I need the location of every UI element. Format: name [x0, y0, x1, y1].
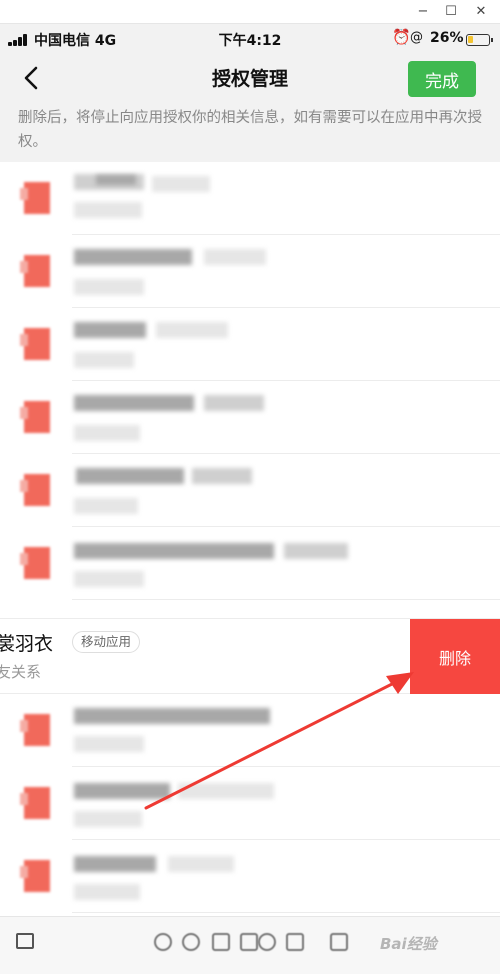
list-item[interactable]: [0, 162, 500, 235]
delete-notice: 删除后，将停止向应用授权你的相关信息，如有需要可以在应用中再次授权。: [0, 102, 500, 162]
blurred-name: [74, 783, 170, 799]
list-item[interactable]: [0, 527, 500, 600]
window-icon[interactable]: [16, 933, 34, 949]
rotate-icon[interactable]: [258, 933, 276, 951]
blurred-name: [74, 708, 270, 724]
blurred-name: [74, 322, 146, 338]
blurred-tag: [156, 322, 228, 338]
app-type-tag: 移动应用: [72, 631, 141, 653]
blurred-subtitle: [74, 279, 144, 295]
list-item[interactable]: [0, 235, 500, 308]
blurred-tag: [178, 783, 274, 799]
blurred-subtitle: [74, 498, 138, 514]
zoom-out-icon[interactable]: [182, 933, 200, 951]
blurred-subtitle: [74, 425, 140, 441]
orientation-lock-icon: @: [410, 30, 423, 45]
app-name: 裳羽衣: [0, 633, 54, 655]
crop-icon[interactable]: [212, 933, 230, 951]
list-item[interactable]: [0, 454, 500, 527]
blurred-name: [76, 468, 184, 484]
battery-icon: [466, 34, 493, 46]
alarm-icon: ⏰: [392, 28, 411, 46]
done-button[interactable]: 完成: [408, 61, 476, 97]
app-icon: [20, 182, 50, 214]
app-permission-subtitle: 友关系: [0, 663, 42, 681]
battery-fill: [468, 36, 473, 43]
blurred-subtitle: [74, 736, 144, 752]
blurred-tag: [204, 249, 266, 265]
authorized-app-list: [0, 162, 500, 600]
bottom-toolbar: Bai经验: [0, 916, 500, 974]
blurred-subtitle: [74, 571, 144, 587]
maximize-button[interactable]: ☐: [436, 2, 466, 22]
share-icon[interactable]: [286, 933, 304, 951]
blurred-name: [74, 395, 194, 411]
list-item[interactable]: [0, 840, 500, 913]
app-icon: [20, 860, 50, 892]
blurred-name: [96, 175, 136, 185]
blurred-subtitle: [74, 352, 134, 368]
blurred-subtitle: [74, 202, 142, 218]
blurred-subtitle: [74, 884, 140, 900]
list-item[interactable]: [0, 308, 500, 381]
blurred-tag: [152, 176, 210, 192]
swiped-list-item[interactable]: 裳羽衣 移动应用 友关系 删除: [0, 618, 500, 695]
delete-button[interactable]: 删除: [410, 619, 500, 695]
nav-bar: 授权管理 完成: [0, 54, 500, 102]
app-icon: [20, 401, 50, 433]
authorized-app-list-lower: [0, 694, 500, 913]
close-button[interactable]: ✕: [466, 2, 496, 22]
blurred-subtitle: [74, 811, 142, 827]
delete-icon[interactable]: [330, 933, 348, 951]
app-icon: [20, 328, 50, 360]
blurred-name: [74, 543, 274, 559]
app-icon: [20, 255, 50, 287]
list-item[interactable]: [0, 767, 500, 840]
list-item[interactable]: [0, 694, 500, 767]
fit-icon[interactable]: [240, 933, 258, 951]
chevron-left-icon[interactable]: [20, 64, 46, 92]
app-icon: [20, 787, 50, 819]
blurred-tag: [204, 395, 264, 411]
status-time: 下午4:12: [218, 33, 282, 49]
list-item[interactable]: [0, 381, 500, 454]
battery-percent: 26%: [430, 30, 464, 46]
status-bar: 中国电信 4G 下午4:12 ⏰ @ 26%: [0, 24, 500, 54]
minimize-button[interactable]: −: [408, 2, 438, 22]
blurred-name: [74, 249, 192, 265]
watermark: Bai经验: [380, 935, 437, 953]
blurred-tag: [168, 856, 234, 872]
blurred-name: [74, 856, 156, 872]
window-title-bar: − ☐ ✕: [0, 0, 500, 24]
blurred-tag: [192, 468, 252, 484]
app-icon: [20, 714, 50, 746]
blurred-tag: [284, 543, 348, 559]
zoom-in-icon[interactable]: [154, 933, 172, 951]
app-icon: [20, 474, 50, 506]
app-icon: [20, 547, 50, 579]
